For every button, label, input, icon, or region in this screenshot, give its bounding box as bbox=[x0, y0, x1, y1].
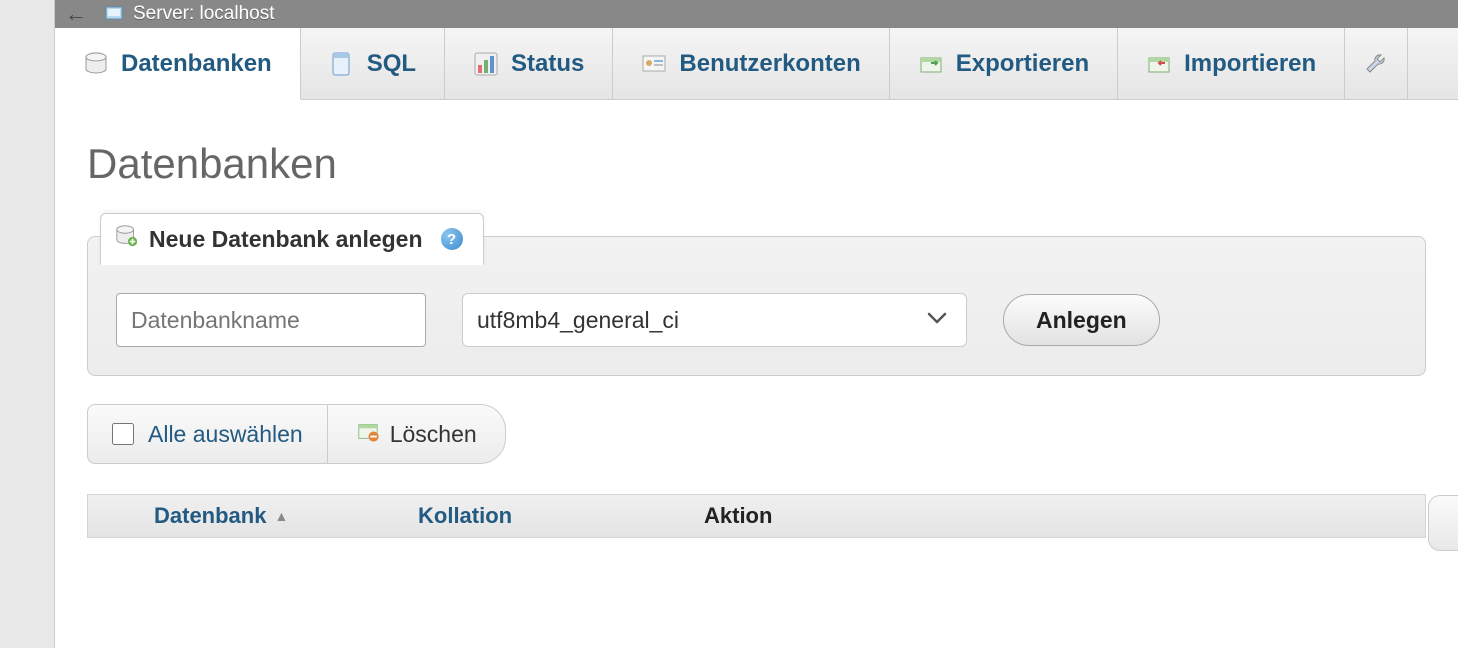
tab-bar: Datenbanken SQL Status Benutzerkonten Ex… bbox=[55, 28, 1458, 100]
tab-users[interactable]: Benutzerkonten bbox=[613, 28, 889, 99]
export-icon bbox=[918, 51, 944, 77]
tab-databases[interactable]: Datenbanken bbox=[55, 28, 301, 100]
delete-button[interactable]: Löschen bbox=[327, 404, 506, 464]
tab-status[interactable]: Status bbox=[445, 28, 613, 99]
database-name-input[interactable] bbox=[116, 293, 426, 347]
status-icon bbox=[473, 51, 499, 77]
create-database-panel: Neue Datenbank anlegen ? utf8mb4_general… bbox=[87, 236, 1426, 376]
sort-asc-icon: ▲ bbox=[274, 508, 288, 524]
tab-label: Benutzerkonten bbox=[679, 50, 860, 78]
database-table-header: Datenbank ▲ Kollation Aktion bbox=[87, 494, 1426, 538]
page-title: Datenbanken bbox=[87, 140, 1426, 188]
create-button[interactable]: Anlegen bbox=[1003, 294, 1160, 346]
column-header-action: Aktion bbox=[698, 503, 772, 529]
database-icon bbox=[83, 51, 109, 77]
tab-label: Datenbanken bbox=[121, 50, 272, 78]
bulk-actions-row: Alle auswählen Löschen bbox=[87, 404, 1426, 464]
tab-label: Exportieren bbox=[956, 50, 1089, 78]
select-all-checkbox[interactable] bbox=[112, 423, 134, 445]
select-all-control[interactable]: Alle auswählen bbox=[87, 404, 327, 464]
wrench-icon bbox=[1363, 51, 1389, 77]
delete-label: Löschen bbox=[390, 421, 477, 448]
sql-icon bbox=[329, 51, 355, 77]
tab-more[interactable] bbox=[1345, 28, 1408, 99]
select-all-label: Alle auswählen bbox=[148, 421, 303, 448]
right-edge-button[interactable] bbox=[1428, 495, 1458, 551]
create-legend-text: Neue Datenbank anlegen bbox=[149, 226, 423, 253]
import-icon bbox=[1146, 51, 1172, 77]
delete-icon bbox=[356, 419, 380, 449]
help-icon[interactable]: ? bbox=[441, 228, 463, 250]
tab-label: Status bbox=[511, 50, 584, 78]
column-header-collation[interactable]: Kollation bbox=[418, 503, 698, 529]
collation-select[interactable]: utf8mb4_general_ci bbox=[462, 293, 967, 347]
breadcrumb-server[interactable]: Server: localhost bbox=[133, 3, 275, 25]
column-header-database[interactable]: Datenbank ▲ bbox=[148, 503, 418, 529]
left-panel-edge bbox=[0, 0, 55, 648]
users-icon bbox=[641, 51, 667, 77]
tab-import[interactable]: Importieren bbox=[1118, 28, 1345, 99]
breadcrumb-bar: ← Server: localhost bbox=[55, 0, 1458, 28]
create-database-legend: Neue Datenbank anlegen ? bbox=[100, 213, 484, 265]
back-arrow-icon[interactable]: ← bbox=[65, 1, 87, 27]
database-add-icon bbox=[115, 224, 139, 254]
tab-label: SQL bbox=[367, 50, 416, 78]
server-icon bbox=[105, 4, 127, 24]
tab-export[interactable]: Exportieren bbox=[890, 28, 1118, 99]
tab-label: Importieren bbox=[1184, 50, 1316, 78]
main-content: Datenbanken Neue Datenbank anlegen ? utf… bbox=[55, 100, 1458, 648]
tab-sql[interactable]: SQL bbox=[301, 28, 445, 99]
